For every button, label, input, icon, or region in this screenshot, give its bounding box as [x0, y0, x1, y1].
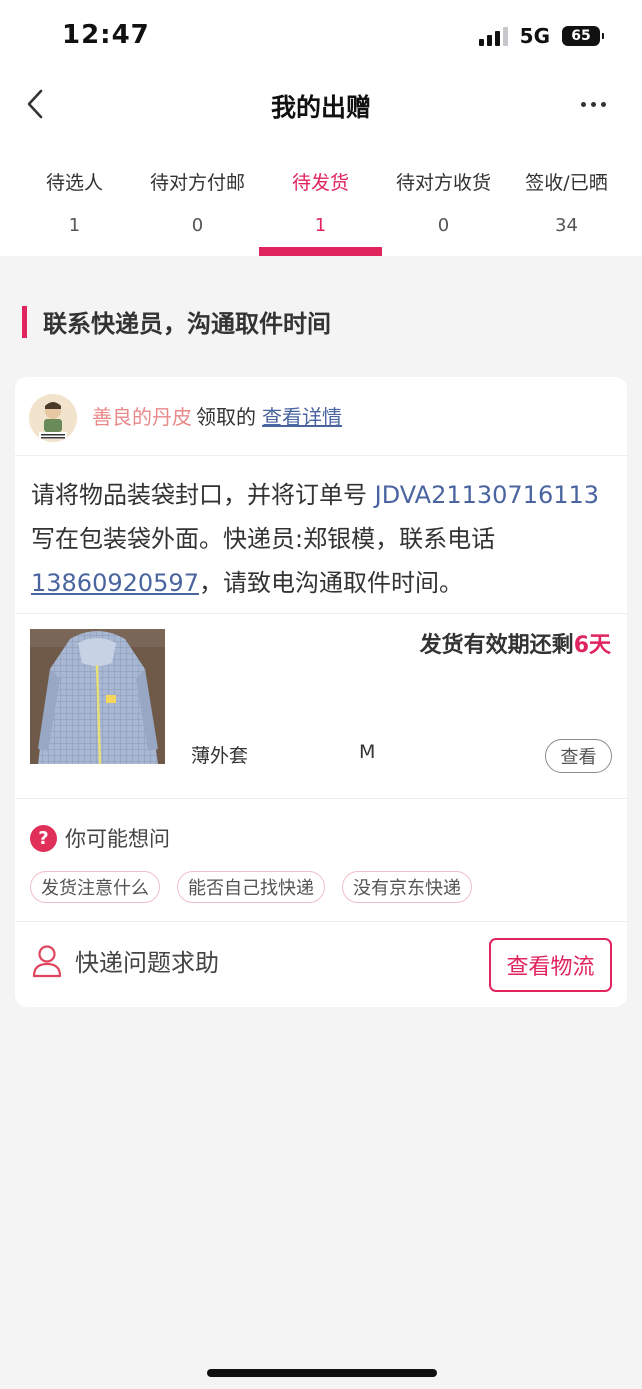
tab-pending-select[interactable]: 待选人 1 — [13, 160, 136, 256]
divider — [15, 455, 627, 456]
view-product-button[interactable]: 查看 — [545, 739, 612, 773]
page-title: 我的出赠 — [270, 93, 371, 122]
status-bar: 12:47 5G 65 — [0, 0, 642, 72]
tab-pending-shipment[interactable]: 待发货 1 — [259, 160, 382, 256]
avatar-image — [29, 394, 77, 442]
tab-label: 待对方付邮 — [149, 172, 245, 194]
product-size: M — [359, 741, 376, 763]
home-indicator[interactable] — [207, 1369, 437, 1377]
faq-chip-own-courier[interactable]: 能否自己找快递 — [177, 871, 325, 903]
expiry-days: 6天 — [573, 633, 611, 658]
question-circle-icon: ? — [30, 824, 57, 852]
tab-pending-postage[interactable]: 待对方付邮 0 — [136, 160, 259, 256]
divider — [15, 613, 627, 614]
section-title-text: 联系快递员，沟通取件时间 — [43, 310, 331, 338]
help-text: 快递问题求助 — [75, 949, 219, 977]
faq-chips: 发货注意什么 能否自己找快递 没有京东快递 — [30, 871, 472, 903]
tab-count: 0 — [191, 215, 204, 236]
instruction-text: 写在包装袋外面。快递员:郑银模，联系电话 — [31, 525, 496, 553]
tab-count: 1 — [314, 215, 327, 236]
more-button[interactable] — [581, 92, 606, 116]
claim-info: 善良的丹皮 领取的 查看详情 — [92, 401, 342, 430]
product-image[interactable] — [30, 629, 165, 764]
divider — [15, 921, 627, 922]
section-heading: 联系快递员，沟通取件时间 — [22, 304, 331, 339]
shipment-card: 善良的丹皮 领取的 查看详情 请将物品装袋封口，并将订单号 JDVA21130716… — [15, 377, 627, 1007]
more-dots-icon — [581, 101, 586, 107]
faq-title: 你可能想问 — [65, 827, 170, 851]
faq-heading: ? 你可能想问 — [30, 823, 170, 853]
expiry-label: 发货有效期还剩 — [419, 633, 574, 658]
view-detail-link[interactable]: 查看详情 — [262, 405, 342, 429]
jacket-image — [30, 629, 165, 764]
nav-bar: 我的出赠 — [0, 72, 642, 136]
tab-label: 签收/已晒 — [525, 172, 608, 194]
status-tabs: 待选人 1 待对方付邮 0 待发货 1 待对方收货 0 签收/已晒 34 — [13, 160, 629, 256]
tab-received[interactable]: 签收/已晒 34 — [505, 160, 628, 256]
tab-count: 34 — [555, 215, 578, 236]
person-icon — [32, 944, 62, 977]
tab-label: 待对方收货 — [395, 172, 491, 194]
section-accent-bar — [22, 305, 27, 338]
tab-count: 0 — [437, 215, 450, 236]
shipping-deadline: 发货有效期还剩6天 — [420, 627, 611, 659]
view-logistics-button[interactable]: 查看物流 — [489, 938, 612, 992]
order-number[interactable]: JDVA21130716113 — [375, 481, 599, 509]
courier-phone-link[interactable]: 13860920597 — [31, 569, 199, 597]
avatar[interactable] — [29, 394, 77, 442]
network-type: 5G — [519, 24, 550, 48]
tab-pending-receipt[interactable]: 待对方收货 0 — [382, 160, 505, 256]
shipping-instruction: 请将物品装袋封口，并将订单号 JDVA21130716113 写在包装袋外面。快… — [31, 473, 616, 605]
battery-icon: 65 — [562, 26, 604, 46]
header-area: 12:47 5G 65 我的出赠 待选人 1 待对方付邮 0 待发货 1 待对方… — [0, 0, 642, 256]
active-tab-indicator — [259, 247, 382, 256]
divider — [15, 798, 627, 799]
tab-count: 1 — [68, 215, 81, 236]
claim-row: 善良的丹皮 领取的 查看详情 — [15, 377, 627, 455]
tab-label: 待选人 — [45, 172, 103, 194]
instruction-text: 请将物品装袋封口，并将订单号 — [31, 481, 375, 509]
signal-icon — [478, 26, 508, 46]
battery-level: 65 — [571, 28, 591, 44]
instruction-text: ，请致电沟通取件时间。 — [198, 569, 463, 597]
faq-chip-no-jd-courier[interactable]: 没有京东快递 — [342, 871, 472, 903]
status-indicators: 5G 65 — [478, 24, 604, 48]
status-time: 12:47 — [62, 20, 150, 50]
claim-verb: 领取的 — [196, 405, 256, 429]
product-name: 薄外套 — [191, 745, 249, 767]
tab-label: 待发货 — [291, 172, 349, 194]
claimer-name[interactable]: 善良的丹皮 — [92, 405, 192, 429]
faq-chip-shipping-notes[interactable]: 发货注意什么 — [30, 871, 160, 903]
courier-help[interactable]: 快递问题求助 — [31, 943, 219, 978]
